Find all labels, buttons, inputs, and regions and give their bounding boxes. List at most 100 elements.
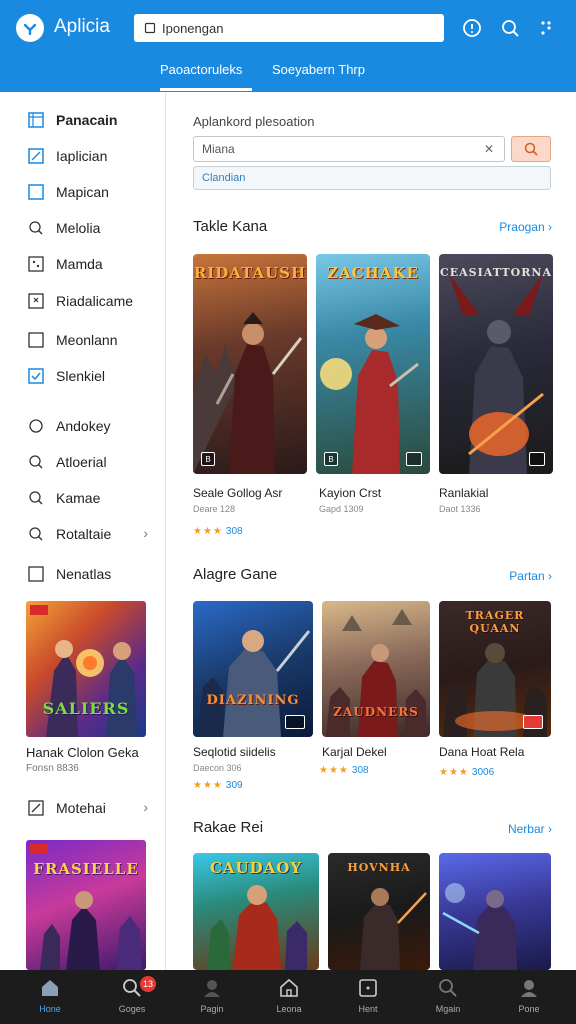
sidebar-item-rotaltaie[interactable]: Rotaltaie › xyxy=(28,522,158,546)
sidebar-game-card[interactable]: FRASIELLE xyxy=(26,840,146,970)
top-header: Aplicia Iponengan Paoactoruleks Soeyaber… xyxy=(0,0,576,92)
sidebar-item-label: Rotaltaie xyxy=(56,526,112,542)
nav-label: Goges xyxy=(118,1004,146,1014)
section-see-all-link[interactable]: Partan › xyxy=(509,569,552,583)
search-icon xyxy=(28,220,44,236)
game-card[interactable]: ZAUDNERS xyxy=(322,601,430,737)
game-card[interactable]: TRAGER QUAAN xyxy=(439,601,551,737)
tab-primary[interactable]: Paoactoruleks xyxy=(160,62,242,77)
section-title: Takle Kana xyxy=(193,218,268,235)
card-logo-text: ZACHAKE xyxy=(327,264,419,282)
sidebar-item-label: Motehai xyxy=(56,800,106,816)
nav-leona[interactable]: Leona xyxy=(257,976,321,1020)
game-rating: ★★★ 309 xyxy=(193,780,243,791)
puzzle-icon xyxy=(28,293,44,309)
square-icon xyxy=(28,332,44,348)
sidebar-item-label: Mamda xyxy=(56,256,103,272)
game-art xyxy=(193,312,303,474)
notification-badge: 13 xyxy=(140,976,156,992)
game-title: Seale Gollog Asr xyxy=(193,486,283,500)
nav-home[interactable]: Hone xyxy=(18,976,82,1020)
game-card[interactable]: ZACHAKE B xyxy=(316,254,430,474)
card-logo-text: FRASIELLE xyxy=(33,860,139,878)
game-rating: ★★★ 308 xyxy=(319,765,369,776)
game-card[interactable]: RIDATAUSH B xyxy=(193,254,307,474)
sidebar-item-panacain[interactable]: Panacain xyxy=(28,108,158,132)
game-card[interactable]: CAUDAOY xyxy=(193,853,319,970)
sidebar-card-meta: Fonsn 8836 xyxy=(26,763,79,774)
nav-hent[interactable]: Hent xyxy=(336,976,400,1020)
sidebar: Panacain Iaplician Mapican Melolia Mamda… xyxy=(0,92,166,970)
clear-icon[interactable]: ✕ xyxy=(484,142,494,156)
nav-label: Hone xyxy=(39,1004,61,1014)
chevron-right-icon: › xyxy=(548,569,552,583)
sidebar-item-mamda[interactable]: Mamda xyxy=(28,252,158,276)
game-card[interactable]: CEASIATTORNA xyxy=(439,254,553,474)
star-rating-icon: ★★★ xyxy=(193,780,223,791)
sidebar-item-iaplician[interactable]: Iaplician xyxy=(28,144,158,168)
rating-value: 309 xyxy=(225,780,243,791)
more-icon[interactable] xyxy=(534,16,558,40)
search-icon xyxy=(436,976,460,1000)
game-title: Seqlotid siidelis xyxy=(193,745,276,759)
nav-label: Hent xyxy=(358,1004,378,1014)
sidebar-item-mapican[interactable]: Mapican xyxy=(28,180,158,204)
sidebar-item-motehai[interactable]: Motehai › xyxy=(28,796,158,820)
section-see-all-link[interactable]: Praogan › xyxy=(499,220,552,234)
search-button-icon[interactable] xyxy=(498,16,522,40)
nav-pone[interactable]: Pone xyxy=(497,976,561,1020)
sidebar-item-riadalicame[interactable]: Riadalicame xyxy=(28,289,158,313)
game-card[interactable]: DIAZINING xyxy=(193,601,313,737)
badge-icon xyxy=(529,452,545,466)
bottom-nav: Hone Goges 13 Pagin Leona Hent Mgain Pon… xyxy=(0,970,576,1024)
nav-label: Leona xyxy=(276,1004,302,1014)
sidebar-item-atloerial[interactable]: Atloerial xyxy=(28,450,158,474)
sidebar-item-nenatlas[interactable]: Nenatlas xyxy=(28,562,158,586)
rating-value: 308 xyxy=(225,526,243,537)
section-see-all-link[interactable]: Nerbar › xyxy=(508,822,552,836)
app-logo[interactable] xyxy=(16,14,44,42)
sidebar-item-label: Iaplician xyxy=(56,148,108,164)
star-rating-icon: ★★★ xyxy=(319,765,349,776)
panel-icon xyxy=(28,112,44,128)
sidebar-item-kamae[interactable]: Kamae xyxy=(28,486,158,510)
badge-icon: B xyxy=(324,452,338,466)
sidebar-item-label: Melolia xyxy=(56,220,101,236)
game-card[interactable]: HOVNHA xyxy=(328,853,430,970)
info-icon[interactable] xyxy=(460,16,484,40)
search-icon xyxy=(28,454,44,470)
game-meta: Deare 128 xyxy=(193,504,236,514)
filter-select[interactable]: Clandian xyxy=(193,166,551,190)
section-link-label: Nerbar xyxy=(507,822,545,836)
tab-secondary[interactable]: Soeyabern Thrp xyxy=(272,62,365,77)
nav-label: Mgain xyxy=(435,1004,461,1014)
sidebar-item-andokey[interactable]: Andokey xyxy=(28,414,158,438)
game-title: Dana Hoat Rela xyxy=(439,745,525,759)
game-title: Ranlakial xyxy=(439,486,489,500)
nav-label: Pagin xyxy=(200,1004,224,1014)
card-logo-text: RIDATAUSH xyxy=(193,264,307,282)
nav-mgain[interactable]: Mgain xyxy=(416,976,480,1020)
card-logo-text: CAUDAOY xyxy=(209,859,303,877)
game-art xyxy=(320,314,419,474)
nav-pagin[interactable]: Pagin xyxy=(180,976,244,1020)
search-input[interactable]: Iponengan xyxy=(134,14,444,42)
app-root: Aplicia Iponengan Paoactoruleks Soeyaber… xyxy=(0,0,576,1024)
sidebar-item-melolia[interactable]: Melolia xyxy=(28,216,158,240)
game-title: Karjal Dekel xyxy=(322,745,387,759)
sidebar-item-slenkiel[interactable]: Slenkiel xyxy=(28,364,158,388)
filter-search-button[interactable] xyxy=(511,136,551,162)
filter-input[interactable]: Miana ✕ xyxy=(193,136,505,162)
house-icon xyxy=(277,976,301,1000)
sidebar-game-card[interactable]: SALIERS xyxy=(26,601,146,737)
game-art xyxy=(442,883,517,970)
game-card[interactable] xyxy=(439,853,551,970)
app-title: Aplicia xyxy=(54,16,110,37)
game-rating: ★★★ 308 xyxy=(193,526,243,537)
game-art xyxy=(449,274,544,474)
game-meta: Daot 1336 xyxy=(439,504,481,514)
rating-value: 308 xyxy=(351,765,369,776)
sidebar-item-meonlann[interactable]: Meonlann xyxy=(28,328,158,352)
star-rating-icon: ★★★ xyxy=(193,526,223,537)
chevron-right-icon: › xyxy=(548,220,552,234)
